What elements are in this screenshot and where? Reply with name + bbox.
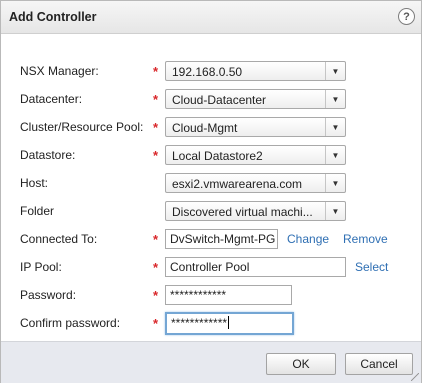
chevron-down-icon[interactable]: ▼ (325, 174, 345, 192)
nsx-manager-value: 192.168.0.50 (172, 65, 243, 79)
folder-select[interactable]: Discovered virtual machi... ▼ (165, 201, 346, 221)
datastore-value: Local Datastore2 (172, 149, 263, 163)
nsx-manager-label: NSX Manager: (20, 64, 99, 78)
nsx-manager-select[interactable]: 192.168.0.50 ▼ (165, 61, 346, 81)
chevron-down-icon[interactable]: ▼ (325, 118, 345, 136)
confirm-password-label: Confirm password: (20, 316, 121, 330)
required-marker: * (153, 92, 159, 107)
select-link[interactable]: Select (355, 260, 388, 274)
host-label: Host: (20, 176, 49, 190)
required-marker: * (153, 148, 159, 163)
datacenter-label: Datacenter: (20, 92, 83, 106)
datastore-select[interactable]: Local Datastore2 ▼ (165, 145, 346, 165)
connected-to-label: Connected To: (20, 232, 98, 246)
host-select[interactable]: esxi2.vmwarearena.com ▼ (165, 173, 346, 193)
required-marker: * (153, 64, 159, 79)
datacenter-select[interactable]: Cloud-Datacenter ▼ (165, 89, 346, 109)
confirm-password-value: ************ (171, 316, 228, 330)
text-cursor (228, 316, 230, 329)
connected-to-field[interactable]: DvSwitch-Mgmt-PG (165, 229, 278, 249)
ip-pool-field[interactable]: Controller Pool (165, 257, 346, 277)
folder-value: Discovered virtual machi... (172, 205, 313, 219)
help-icon[interactable]: ? (398, 8, 415, 25)
remove-link[interactable]: Remove (343, 232, 388, 246)
chevron-down-icon[interactable]: ▼ (325, 146, 345, 164)
dialog-footer: OK Cancel (1, 341, 421, 383)
folder-label: Folder (20, 204, 55, 218)
dialog-titlebar[interactable]: Add Controller ? (1, 1, 421, 34)
cancel-button[interactable]: Cancel (345, 353, 413, 375)
chevron-down-icon[interactable]: ▼ (325, 62, 345, 80)
password-label: Password: (20, 288, 77, 302)
required-marker: * (153, 288, 159, 303)
cluster-select[interactable]: Cloud-Mgmt ▼ (165, 117, 346, 137)
datastore-label: Datastore: (20, 148, 76, 162)
datacenter-value: Cloud-Datacenter (172, 93, 267, 107)
required-marker: * (153, 232, 159, 247)
cluster-value: Cloud-Mgmt (172, 121, 238, 135)
ip-pool-label: IP Pool: (20, 260, 62, 274)
chevron-down-icon[interactable]: ▼ (325, 90, 345, 108)
dialog-title: Add Controller (9, 10, 97, 24)
change-link[interactable]: Change (287, 232, 329, 246)
required-marker: * (153, 260, 159, 275)
cluster-label: Cluster/Resource Pool: (20, 120, 144, 134)
password-field[interactable]: ************ (165, 285, 292, 305)
resize-grip-icon[interactable] (411, 373, 419, 381)
confirm-password-field[interactable]: ************ (165, 312, 294, 335)
add-controller-dialog: Add Controller ? NSX Manager: * 192.168.… (0, 0, 422, 383)
required-marker: * (153, 120, 159, 135)
ok-button[interactable]: OK (266, 353, 336, 375)
chevron-down-icon[interactable]: ▼ (325, 202, 345, 220)
required-marker: * (153, 316, 159, 331)
host-value: esxi2.vmwarearena.com (172, 177, 303, 191)
